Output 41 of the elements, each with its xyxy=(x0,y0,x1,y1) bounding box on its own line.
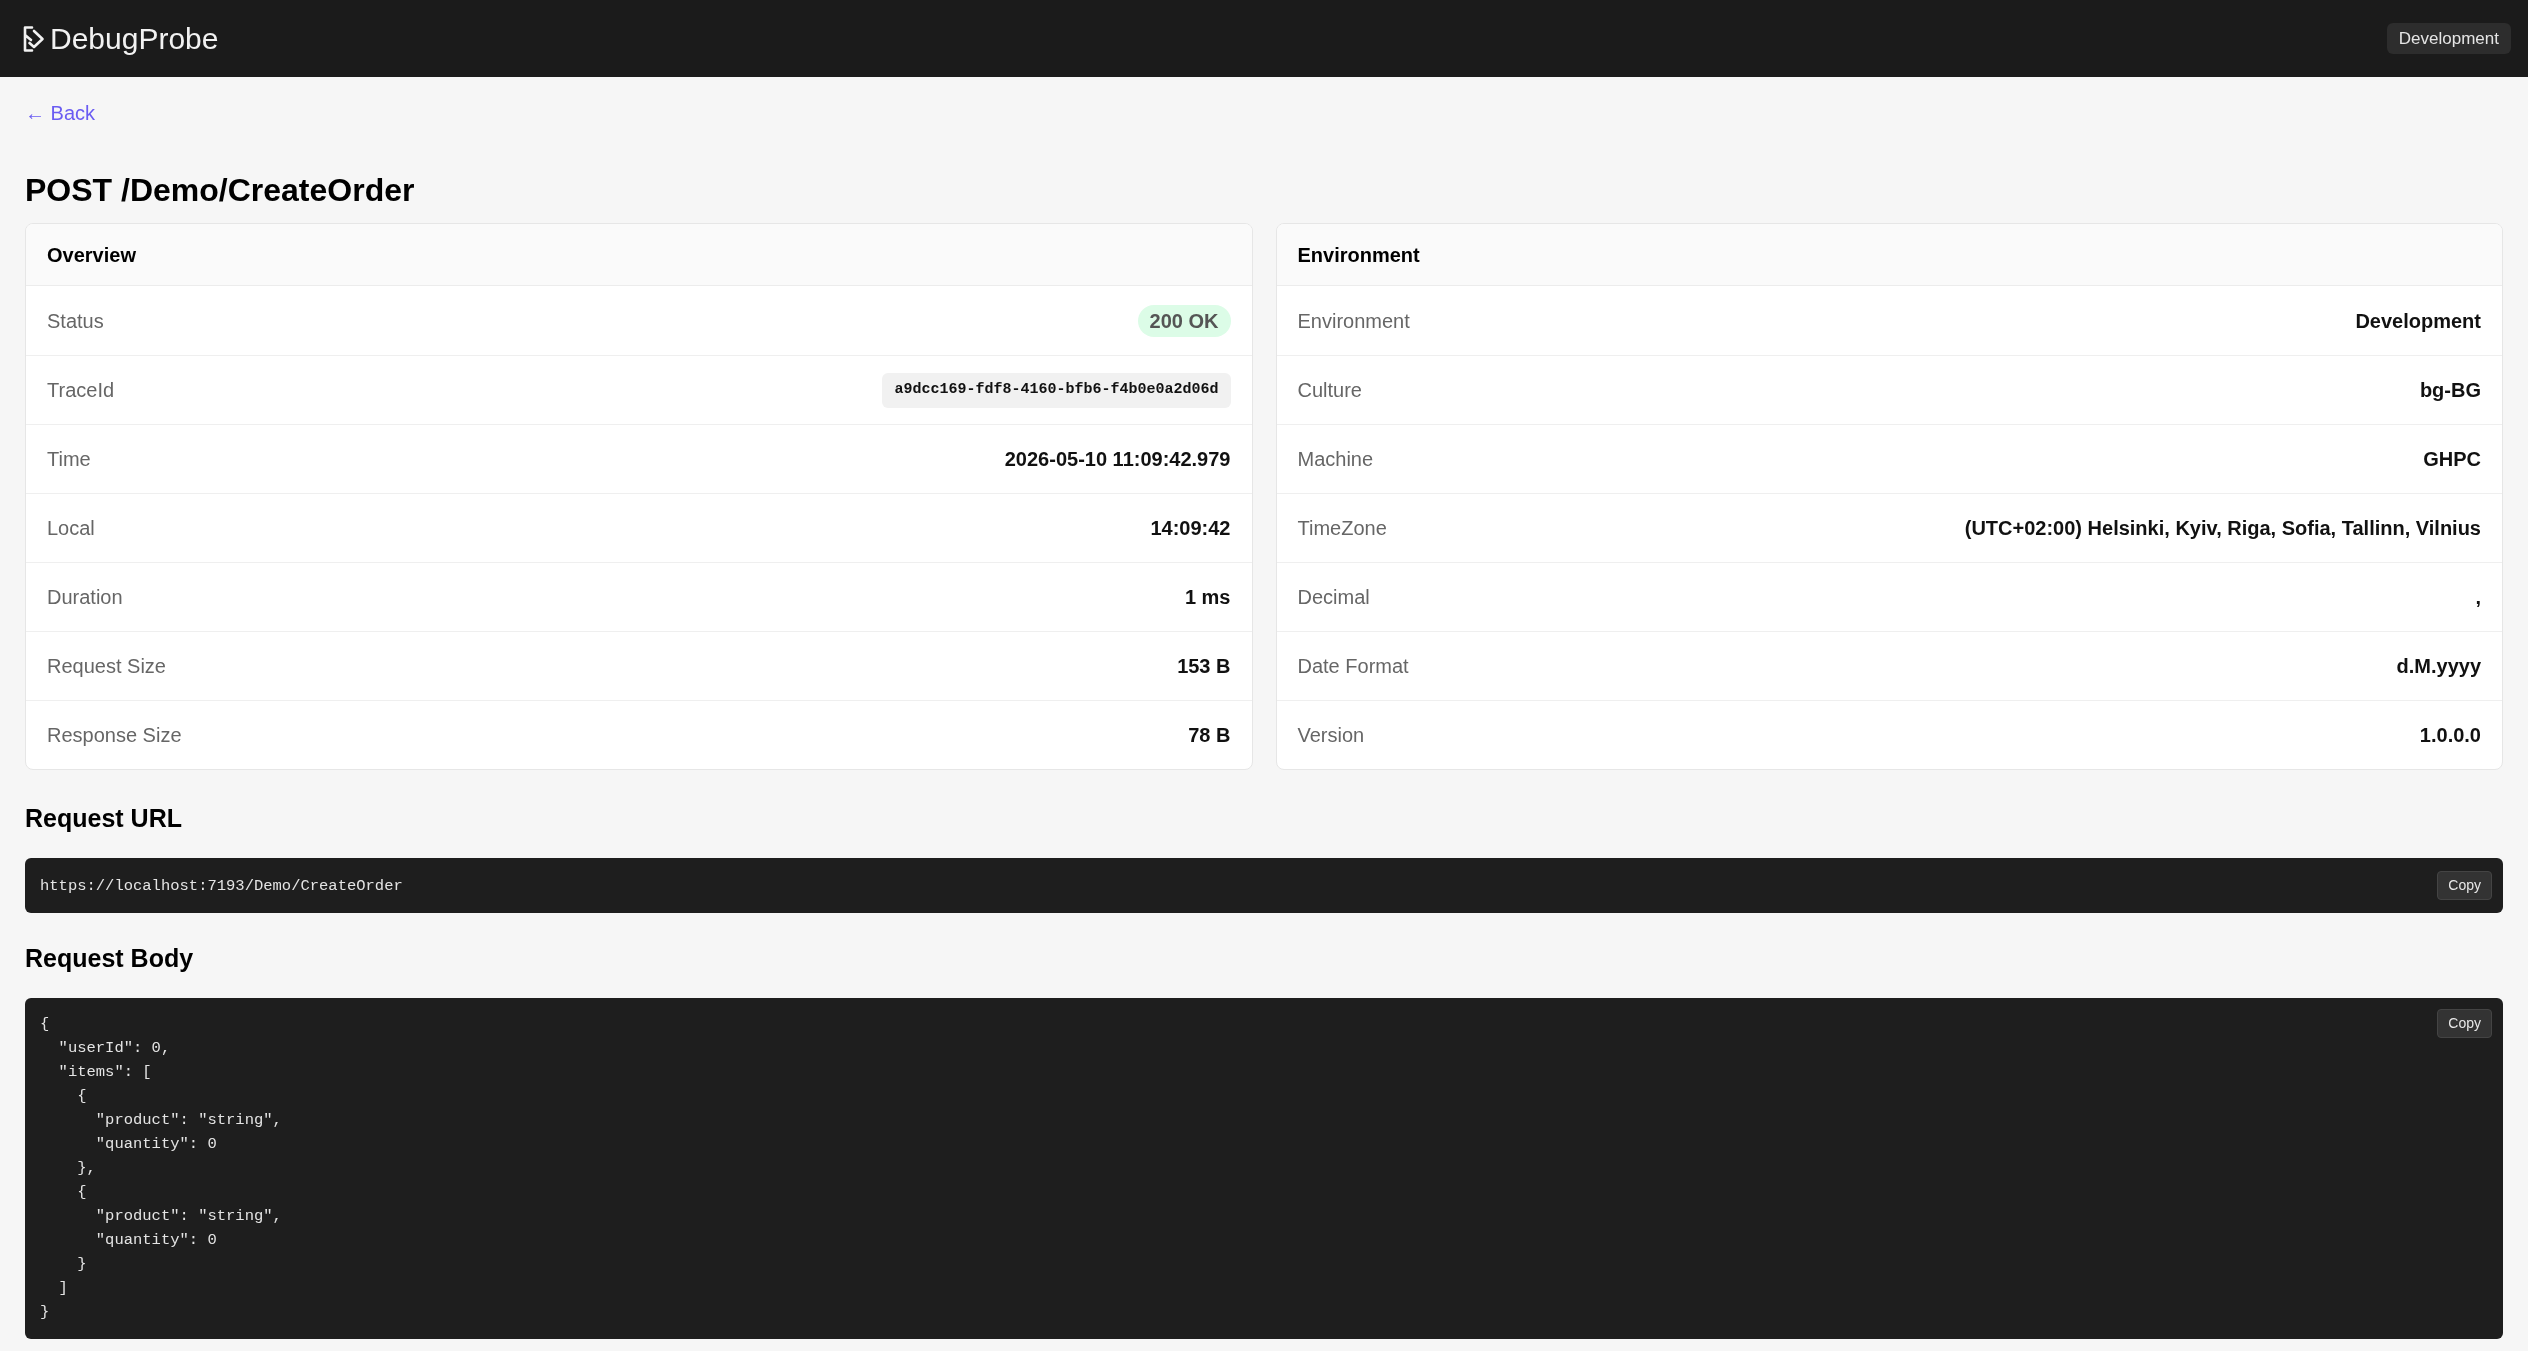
row-value: (UTC+02:00) Helsinki, Kyiv, Riga, Sofia, Tallinn, Vilnius xyxy=(1964,516,2481,541)
row-label: Time xyxy=(47,447,91,472)
row-value: 1.0.0.0 xyxy=(2419,723,2481,748)
row-label: Status xyxy=(47,308,104,334)
row-value: , xyxy=(2475,585,2481,610)
card-title: Overview xyxy=(47,242,136,268)
row-value: Development xyxy=(2355,308,2481,334)
card-title: Environment xyxy=(1297,242,1420,268)
json-code: { "userId": 0, "items": [ { "product": "string", "quantity": 0 }, { "product": "string", "quantity": 0 } ] } xyxy=(40,1014,282,1323)
row-value: 78 B xyxy=(1188,723,1231,748)
row-value: d.M.yyyy xyxy=(2396,654,2481,679)
copy-button[interactable]: Copy xyxy=(2437,1009,2492,1038)
row-value: 1 ms xyxy=(1184,585,1231,610)
row-value: 2026-05-10 11:09:42.979 xyxy=(1004,447,1231,472)
row-label: Machine xyxy=(1297,447,1374,472)
row-label: Culture xyxy=(1297,378,1362,403)
section-heading: Request Body xyxy=(25,943,194,974)
row-label: Response Size xyxy=(47,723,182,748)
row-label: Environment xyxy=(1297,308,1410,334)
status-badge: 200 OK xyxy=(1137,304,1231,337)
row-value: 153 B xyxy=(1177,654,1231,679)
app-logo-text: DebugProbe xyxy=(50,21,219,57)
logo-icon xyxy=(23,25,45,52)
trace-id-value: a9dcc169-fdf8-4160-bfb6-f4b0e0a2d06d xyxy=(882,372,1231,408)
request-url-text: https://localhost:7193/Demo/CreateOrder xyxy=(40,875,403,897)
row-label: Local xyxy=(47,516,95,541)
row-value: GHPC xyxy=(2423,447,2481,472)
row-label: Duration xyxy=(47,585,123,610)
row-label: Version xyxy=(1297,723,1365,748)
row-label: Request Size xyxy=(47,654,166,679)
section-heading: Request URL xyxy=(25,803,182,834)
row-value: 14:09:42 xyxy=(1150,516,1231,541)
row-label: TimeZone xyxy=(1297,516,1387,541)
row-label: Decimal xyxy=(1297,585,1370,610)
environment-badge: Development xyxy=(2386,23,2511,54)
row-label: TraceId xyxy=(47,378,115,403)
back-link[interactable]: ← Back xyxy=(25,99,96,127)
copy-button[interactable]: Copy xyxy=(2437,871,2492,900)
row-label: Date Format xyxy=(1297,654,1409,679)
row-value: bg-BG xyxy=(2419,378,2481,403)
page-title: POST /Demo/CreateOrder xyxy=(25,171,415,210)
